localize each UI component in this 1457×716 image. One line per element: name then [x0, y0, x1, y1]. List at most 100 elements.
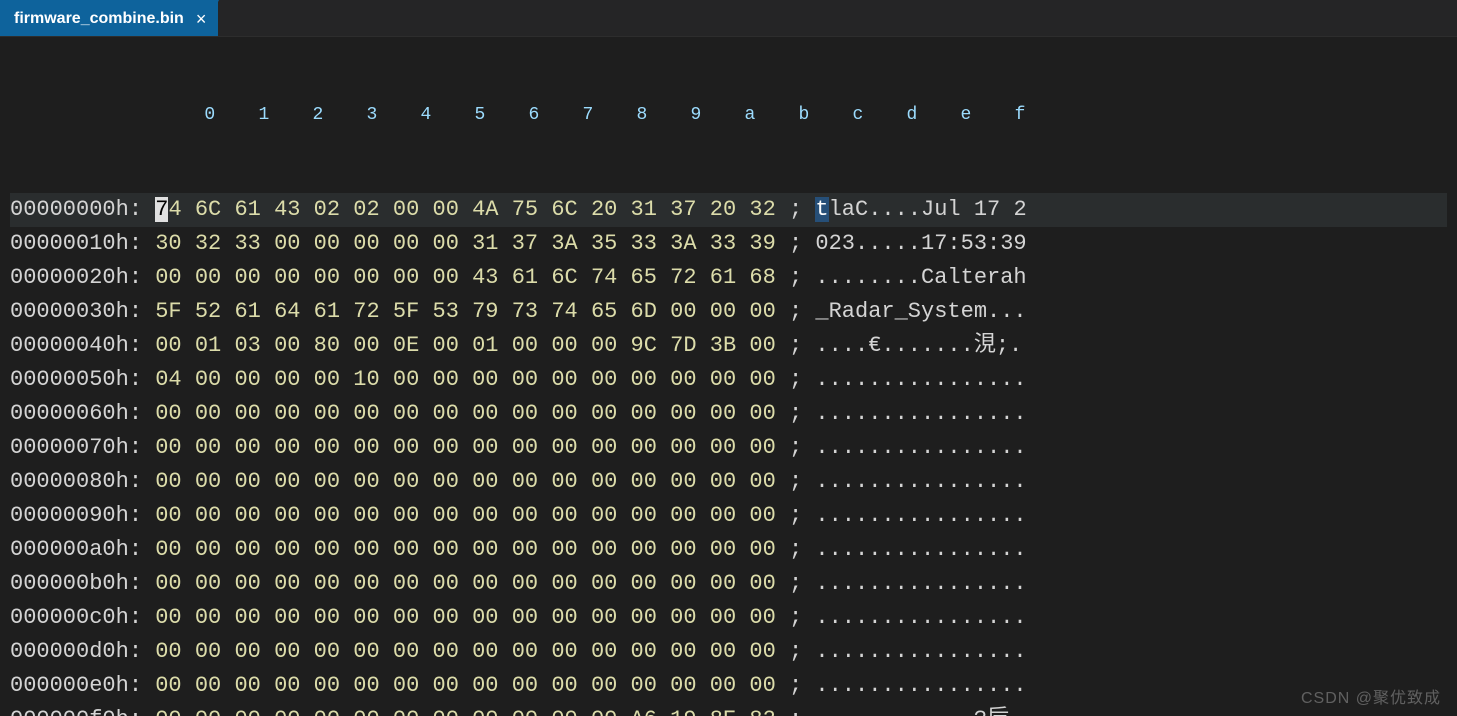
- hex-byte[interactable]: 00: [234, 265, 260, 290]
- hex-byte[interactable]: 00: [195, 605, 221, 630]
- hex-byte[interactable]: 00: [314, 639, 340, 664]
- hex-byte[interactable]: 00: [670, 503, 696, 528]
- hex-byte[interactable]: 00: [314, 265, 340, 290]
- hex-byte[interactable]: 00: [314, 469, 340, 494]
- hex-byte[interactable]: 00: [512, 673, 538, 698]
- hex-byte[interactable]: 00: [353, 503, 379, 528]
- hex-byte[interactable]: 72: [670, 265, 696, 290]
- hex-byte[interactable]: 82: [749, 707, 775, 716]
- hex-byte[interactable]: 8E: [710, 707, 736, 716]
- hex-row[interactable]: 000000b0h: 00 00 00 00 00 00 00 00 00 00…: [10, 567, 1447, 601]
- hex-byte[interactable]: 00: [314, 673, 340, 698]
- hex-byte[interactable]: 39: [749, 231, 775, 256]
- hex-byte[interactable]: 00: [314, 571, 340, 596]
- hex-byte[interactable]: 00: [234, 707, 260, 716]
- hex-byte[interactable]: 00: [274, 265, 300, 290]
- hex-byte[interactable]: 00: [710, 605, 736, 630]
- hex-byte[interactable]: 00: [195, 401, 221, 426]
- hex-byte[interactable]: 00: [551, 367, 577, 392]
- hex-byte[interactable]: 00: [512, 333, 538, 358]
- hex-byte[interactable]: 00: [274, 503, 300, 528]
- hex-byte[interactable]: 00: [274, 367, 300, 392]
- hex-row[interactable]: 000000a0h: 00 00 00 00 00 00 00 00 00 00…: [10, 533, 1447, 567]
- hex-row[interactable]: 00000040h: 00 01 03 00 80 00 0E 00 01 00…: [10, 329, 1447, 363]
- hex-byte[interactable]: 30: [155, 231, 181, 256]
- hex-byte[interactable]: 00: [155, 469, 181, 494]
- hex-byte[interactable]: 00: [512, 707, 538, 716]
- hex-byte[interactable]: 00: [670, 469, 696, 494]
- hex-byte[interactable]: 00: [353, 639, 379, 664]
- hex-byte[interactable]: 00: [433, 537, 459, 562]
- hex-byte[interactable]: 00: [631, 537, 657, 562]
- hex-byte[interactable]: 79: [472, 299, 498, 324]
- hex-byte[interactable]: 3A: [670, 231, 696, 256]
- hex-byte[interactable]: 00: [234, 537, 260, 562]
- hex-byte[interactable]: 00: [195, 367, 221, 392]
- hex-byte[interactable]: 00: [155, 401, 181, 426]
- hex-byte[interactable]: 00: [710, 503, 736, 528]
- hex-byte[interactable]: 00: [234, 469, 260, 494]
- hex-byte[interactable]: 00: [234, 435, 260, 460]
- hex-byte[interactable]: 00: [433, 469, 459, 494]
- hex-byte[interactable]: 00: [393, 435, 419, 460]
- hex-byte[interactable]: 00: [551, 639, 577, 664]
- hex-byte[interactable]: 00: [155, 265, 181, 290]
- hex-byte[interactable]: 00: [393, 469, 419, 494]
- hex-byte[interactable]: 00: [749, 469, 775, 494]
- hex-byte[interactable]: 00: [472, 673, 498, 698]
- hex-byte[interactable]: 00: [155, 333, 181, 358]
- hex-byte[interactable]: 00: [155, 707, 181, 716]
- hex-byte[interactable]: 00: [710, 401, 736, 426]
- hex-byte[interactable]: 00: [274, 639, 300, 664]
- hex-byte[interactable]: 00: [631, 401, 657, 426]
- hex-byte[interactable]: 33: [631, 231, 657, 256]
- hex-byte[interactable]: 43: [472, 265, 498, 290]
- hex-byte[interactable]: 00: [512, 435, 538, 460]
- hex-byte[interactable]: 00: [274, 707, 300, 716]
- hex-byte[interactable]: 00: [314, 401, 340, 426]
- hex-byte[interactable]: 00: [433, 367, 459, 392]
- hex-byte[interactable]: 00: [631, 469, 657, 494]
- hex-byte[interactable]: 00: [670, 673, 696, 698]
- hex-byte[interactable]: 61: [512, 265, 538, 290]
- ascii-dump[interactable]: ................: [815, 469, 1026, 494]
- hex-byte[interactable]: 00: [591, 367, 617, 392]
- ascii-dump[interactable]: ............?巵: [815, 707, 1009, 716]
- hex-byte[interactable]: 00: [314, 605, 340, 630]
- hex-byte[interactable]: 00: [274, 537, 300, 562]
- hex-byte[interactable]: 31: [631, 197, 657, 222]
- hex-byte[interactable]: 10: [353, 367, 379, 392]
- hex-byte[interactable]: 00: [472, 639, 498, 664]
- hex-byte[interactable]: 00: [433, 265, 459, 290]
- hex-byte[interactable]: 61: [234, 299, 260, 324]
- hex-byte[interactable]: 00: [393, 231, 419, 256]
- hex-byte[interactable]: 00: [393, 571, 419, 596]
- ascii-dump[interactable]: ................: [815, 537, 1026, 562]
- hex-byte[interactable]: 00: [551, 401, 577, 426]
- hex-byte[interactable]: 00: [710, 469, 736, 494]
- hex-byte[interactable]: 00: [472, 367, 498, 392]
- hex-byte[interactable]: 5F: [155, 299, 181, 324]
- hex-byte[interactable]: 00: [551, 503, 577, 528]
- hex-byte[interactable]: 00: [631, 673, 657, 698]
- hex-byte[interactable]: 00: [710, 639, 736, 664]
- hex-byte[interactable]: 00: [393, 503, 419, 528]
- hex-byte[interactable]: 00: [591, 469, 617, 494]
- hex-byte[interactable]: 00: [710, 367, 736, 392]
- hex-byte[interactable]: 00: [512, 469, 538, 494]
- hex-byte[interactable]: 75: [512, 197, 538, 222]
- hex-row[interactable]: 000000e0h: 00 00 00 00 00 00 00 00 00 00…: [10, 669, 1447, 703]
- hex-byte[interactable]: 00: [433, 571, 459, 596]
- hex-byte[interactable]: 00: [314, 367, 340, 392]
- hex-byte[interactable]: 20: [591, 197, 617, 222]
- ascii-dump[interactable]: ................: [815, 571, 1026, 596]
- hex-byte[interactable]: 00: [433, 503, 459, 528]
- hex-byte[interactable]: 00: [195, 469, 221, 494]
- hex-byte[interactable]: 00: [631, 503, 657, 528]
- hex-byte[interactable]: 00: [591, 571, 617, 596]
- hex-row[interactable]: 00000070h: 00 00 00 00 00 00 00 00 00 00…: [10, 431, 1447, 465]
- hex-byte[interactable]: 00: [551, 435, 577, 460]
- hex-byte[interactable]: 00: [433, 401, 459, 426]
- hex-byte[interactable]: 00: [353, 605, 379, 630]
- hex-byte[interactable]: 35: [591, 231, 617, 256]
